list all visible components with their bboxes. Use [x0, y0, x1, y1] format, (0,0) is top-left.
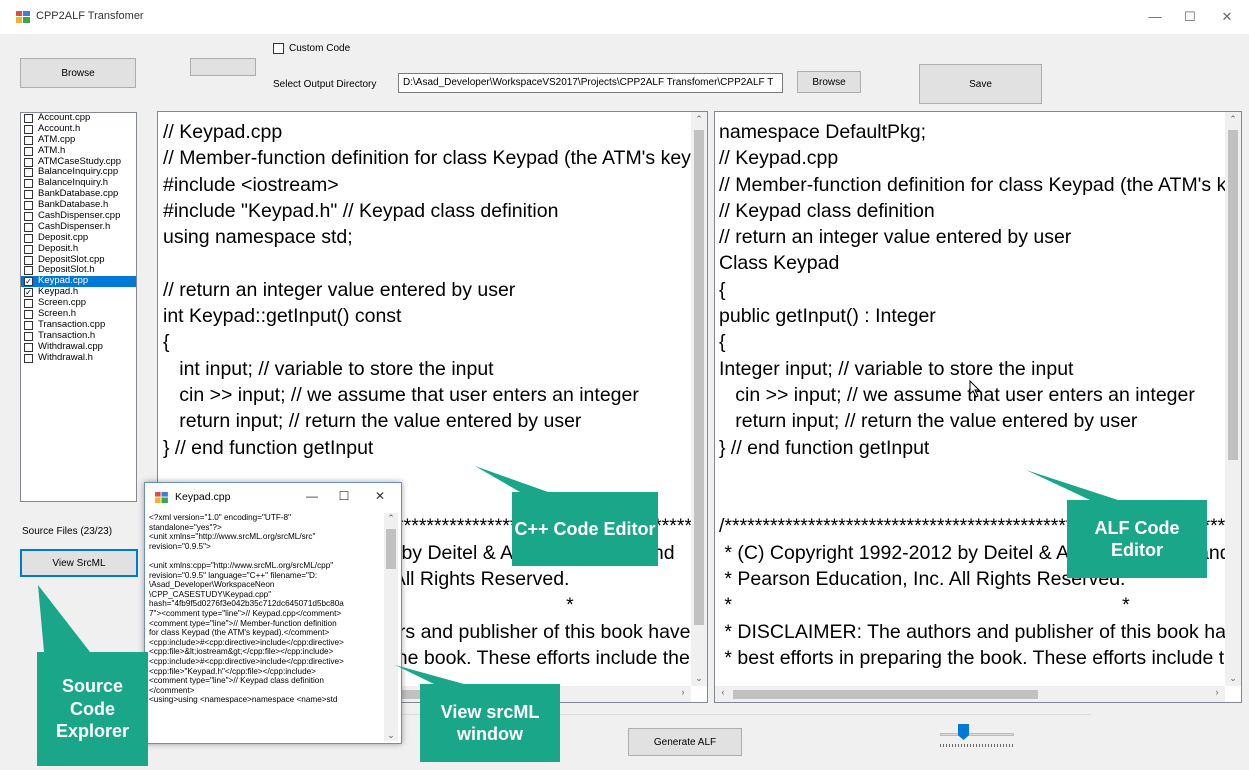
srcml-window-callout: View srcML window — [420, 684, 560, 762]
main-window: CPP2ALF Transfomer — ☐ ✕ Browse Custom C… — [0, 0, 1249, 770]
srcml-callout-pointer — [395, 665, 464, 684]
source-callout-pointer — [38, 585, 90, 652]
cpp-editor-callout: C++ Code Editor — [512, 492, 658, 566]
cpp-callout-pointer — [475, 466, 548, 492]
source-explorer-callout: Source Code Explorer — [37, 652, 148, 766]
alf-callout-pointer — [1026, 470, 1118, 500]
callout-pointers — [38, 466, 1118, 684]
alf-editor-callout: ALF Code Editor — [1067, 500, 1207, 578]
